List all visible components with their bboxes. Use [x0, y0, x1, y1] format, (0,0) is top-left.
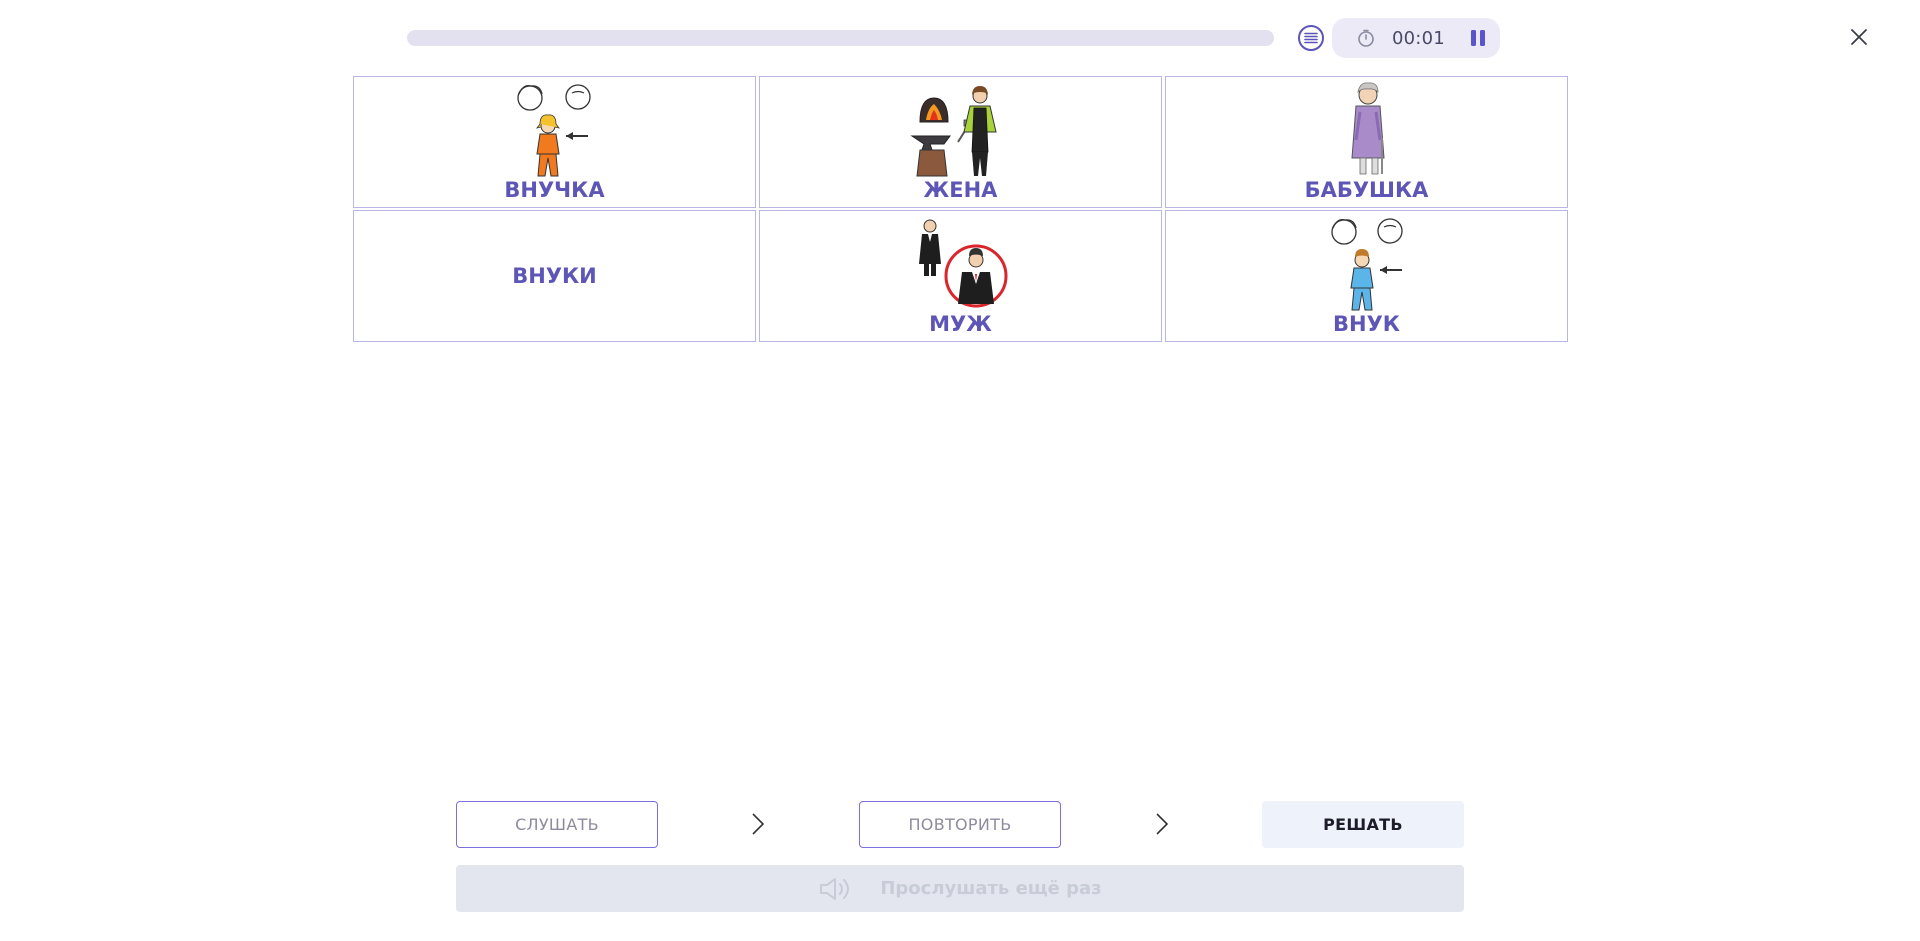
card-label: МУЖ: [929, 312, 992, 336]
chevron-right-icon: [1156, 813, 1169, 835]
progress-bar: [407, 30, 1274, 46]
card-grandmother[interactable]: БАБУШКА: [1165, 76, 1568, 208]
speaker-icon: [820, 877, 850, 900]
card-grandchildren[interactable]: ВНУКИ: [353, 210, 756, 342]
timer-value: 00:01: [1392, 27, 1445, 49]
granddaughter-pictogram-icon: [516, 84, 591, 177]
grandmother-pictogram-icon: [1350, 82, 1385, 175]
card-wife[interactable]: ЖЕНА: [759, 76, 1162, 208]
husband-pictogram-icon: [918, 219, 1007, 308]
stopwatch-icon: [1358, 29, 1374, 47]
pause-icon[interactable]: [1467, 27, 1489, 49]
card-label: ВНУКИ: [512, 264, 597, 288]
listen-button[interactable]: СЛУШАТЬ: [456, 801, 658, 848]
solve-button[interactable]: РЕШАТЬ: [1262, 801, 1464, 848]
card-label: ВНУК: [1333, 312, 1400, 336]
grandson-pictogram-icon: [1330, 218, 1403, 311]
card-grandson[interactable]: ВНУК: [1165, 210, 1568, 342]
timer: 00:01: [1332, 18, 1500, 58]
listen-again-label: Прослушать ещё раз: [880, 878, 1102, 899]
card-label: ВНУЧКА: [504, 178, 605, 202]
listen-again-button[interactable]: Прослушать ещё раз: [456, 865, 1464, 912]
close-icon[interactable]: [1846, 24, 1872, 50]
repeat-button[interactable]: ПОВТОРИТЬ: [859, 801, 1061, 848]
card-label: ЖЕНА: [923, 178, 998, 202]
wife-blacksmith-pictogram-icon: [909, 86, 997, 177]
card-granddaughter[interactable]: ВНУЧКА: [353, 76, 756, 208]
chevron-right-icon: [752, 813, 765, 835]
list-icon[interactable]: [1298, 25, 1324, 51]
card-label: БАБУШКА: [1304, 178, 1429, 202]
card-husband[interactable]: МУЖ: [759, 210, 1162, 342]
